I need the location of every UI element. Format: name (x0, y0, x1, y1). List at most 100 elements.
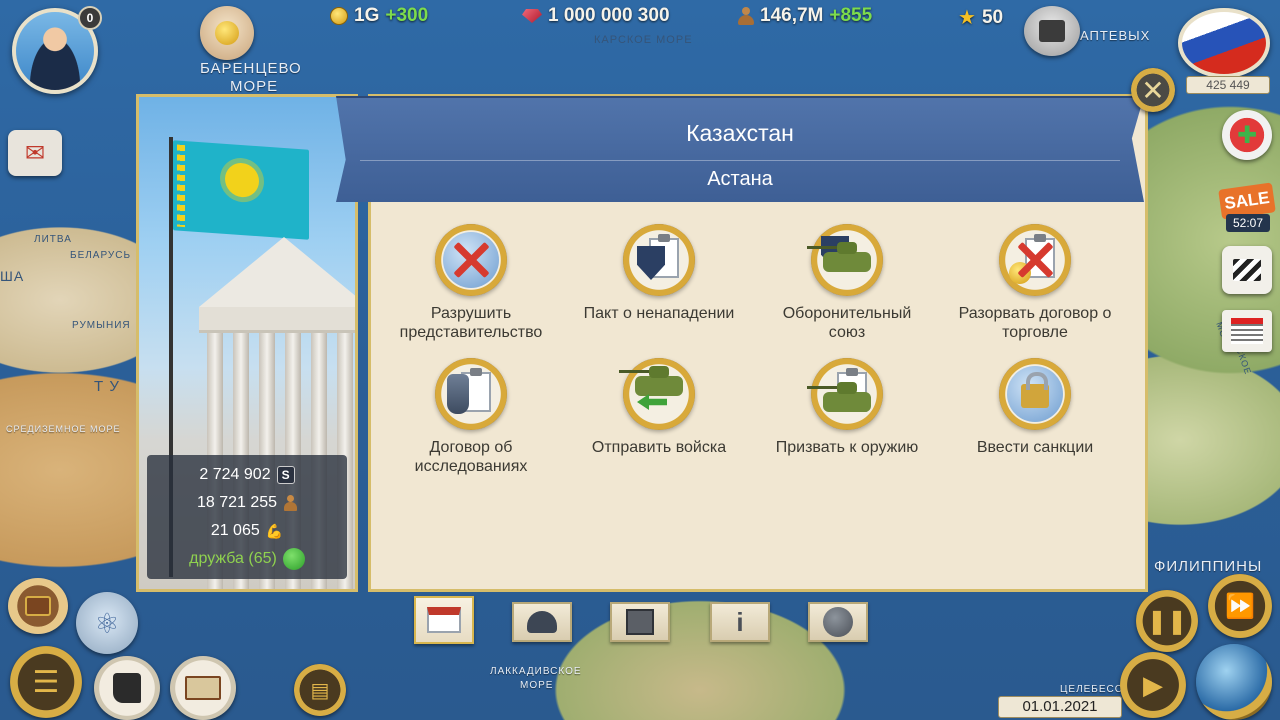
resources-chest-button[interactable] (8, 578, 68, 634)
player-country-flag[interactable] (1178, 8, 1270, 78)
tab-espionage[interactable] (808, 602, 868, 642)
stars-stat[interactable]: ★ 50 (958, 5, 1003, 30)
action-label-line: Разрушить (430, 305, 512, 322)
action-label-line: Ввести санкции (976, 439, 1094, 456)
science-button[interactable]: ⚛ (76, 592, 138, 654)
play-icon: ▶ (1143, 669, 1163, 700)
chat-button[interactable]: ▤ (294, 664, 346, 716)
population-value: 146,7M (760, 5, 824, 26)
clapperboard-icon (1233, 259, 1261, 281)
mail-button[interactable]: ✉ (8, 130, 62, 176)
action-non-aggression-pact[interactable]: Пакт о ненападении (564, 224, 754, 323)
map-label-romania: РУМЫНИЯ (72, 320, 131, 331)
action-call-to-arms[interactable]: Призвать к оружию (752, 358, 942, 457)
sanctions-icon (999, 358, 1071, 430)
action-defensive-alliance[interactable]: Оборонительный союз (752, 224, 942, 342)
map-label-kara-sea: КАРСКОЕ МОРЕ (594, 34, 693, 46)
close-button[interactable]: ✕ (1131, 68, 1175, 112)
defensive-alliance-icon (807, 224, 883, 296)
action-destroy-embassy[interactable]: Разрушить представительство (376, 224, 566, 342)
sale-timer: 52:07 (1226, 214, 1270, 232)
gold-coin-icon (330, 7, 348, 25)
fast-forward-button[interactable]: ⏩ (1208, 574, 1272, 638)
atom-icon: ⚛ (94, 607, 120, 639)
menu-icon: ☰ (32, 665, 60, 699)
gems-stat[interactable]: 1 000 000 300 (522, 5, 670, 27)
spy-face-icon (823, 607, 853, 637)
green-arrow-mark (637, 394, 667, 410)
map-label-lithuania: ЛИТВА (34, 234, 72, 245)
map-label-philippines: ФИЛИППИНЫ (1154, 558, 1263, 575)
non-aggression-pact-icon (623, 224, 695, 296)
action-label: Договор об исследованиях (376, 438, 566, 476)
fast-forward-icon: ⏩ (1225, 592, 1255, 620)
resources-shop-button[interactable] (200, 6, 254, 60)
country-name: Казахстан (686, 120, 794, 146)
map-label-mediterranean: СРЕДИЗЕМНОЕ МОРЕ (6, 424, 121, 434)
action-label: Отправить войска (564, 438, 754, 457)
break-trade-icon (999, 224, 1071, 296)
country-portrait-panel: 2 724 902 S 18 721 255 21 065 💪 дружба (… (136, 94, 358, 592)
laws-book-button[interactable] (170, 656, 236, 720)
player-rank-count: 425 449 (1186, 76, 1270, 94)
money-s-icon: S (276, 466, 295, 484)
country-population-value: 18 721 255 (196, 494, 278, 511)
action-send-troops[interactable]: Отправить войска (564, 358, 754, 457)
tab-gifts[interactable] (610, 602, 670, 642)
gift-icon: ✚ (1236, 121, 1258, 149)
tab-info[interactable]: i (710, 602, 770, 642)
tab-diplomacy[interactable] (414, 596, 474, 644)
map-label-usa: ША (0, 268, 25, 284)
main-menu-button[interactable]: ☰ (10, 646, 82, 718)
research-treaty-icon (435, 358, 507, 430)
muscle-icon: 💪 (265, 522, 284, 539)
pause-icon: ❚❚ (1146, 607, 1188, 635)
gold-stat[interactable]: 1G +300 (330, 5, 428, 27)
ribbon-divider (360, 160, 1120, 161)
action-label-line: торговле (1002, 324, 1068, 341)
action-label: Оборонительный союз (752, 304, 942, 342)
stars-value: 50 (981, 6, 1004, 28)
flag-sun (225, 161, 259, 199)
army-button[interactable] (94, 656, 160, 720)
action-research-treaty[interactable]: Договор об исследованиях (376, 358, 566, 476)
action-label-line: Отправить войска (591, 439, 727, 456)
action-sanctions[interactable]: Ввести санкции (940, 358, 1130, 457)
population-delta: +855 (829, 5, 873, 26)
capital-name: Астана (707, 168, 773, 190)
red-x-mark (451, 240, 491, 280)
map-label-laccadive: ЛАККАДИВСКОЕ (490, 666, 582, 677)
info-icon: i (736, 606, 744, 637)
play-button[interactable]: ▶ (1120, 652, 1186, 718)
resources-crate-button[interactable] (1024, 6, 1080, 56)
globe-button[interactable] (1196, 644, 1272, 720)
action-label-line: представительство (399, 324, 543, 341)
country-stats: 2 724 902 S 18 721 255 21 065 💪 дружба (… (147, 455, 347, 579)
population-icon (283, 495, 298, 511)
gift-box-icon (626, 609, 654, 635)
gift-button[interactable]: ✚ (1222, 110, 1272, 160)
gold-delta: +300 (385, 5, 429, 26)
population-stat[interactable]: 146,7M +855 (738, 5, 872, 27)
action-label: Разорвать договор о торговле (940, 304, 1130, 342)
coins-bag-icon (215, 21, 239, 45)
book-icon (185, 676, 221, 700)
gdp-value: 2 724 902 (199, 466, 271, 483)
game-date: 01.01.2021 (998, 696, 1122, 718)
gold-value: 1G (354, 5, 380, 26)
map-label-tu: Т У (94, 378, 120, 395)
video-button[interactable] (1222, 246, 1272, 294)
action-label-line: исследованиях (414, 458, 528, 475)
tab-military[interactable] (512, 602, 572, 642)
send-troops-icon (619, 358, 695, 430)
news-button[interactable] (1222, 310, 1272, 352)
relation-value: дружба (65) (189, 550, 277, 567)
treasure-chest-icon (25, 596, 51, 616)
action-label: Призвать к оружию (752, 438, 942, 457)
tank-mark (807, 382, 871, 412)
population-row: 18 721 255 (147, 489, 347, 517)
action-break-trade[interactable]: Разорвать договор о торговле (940, 224, 1130, 342)
pause-button[interactable]: ❚❚ (1136, 590, 1198, 652)
notification-badge: 0 (78, 6, 102, 30)
helmet-icon (527, 611, 557, 633)
